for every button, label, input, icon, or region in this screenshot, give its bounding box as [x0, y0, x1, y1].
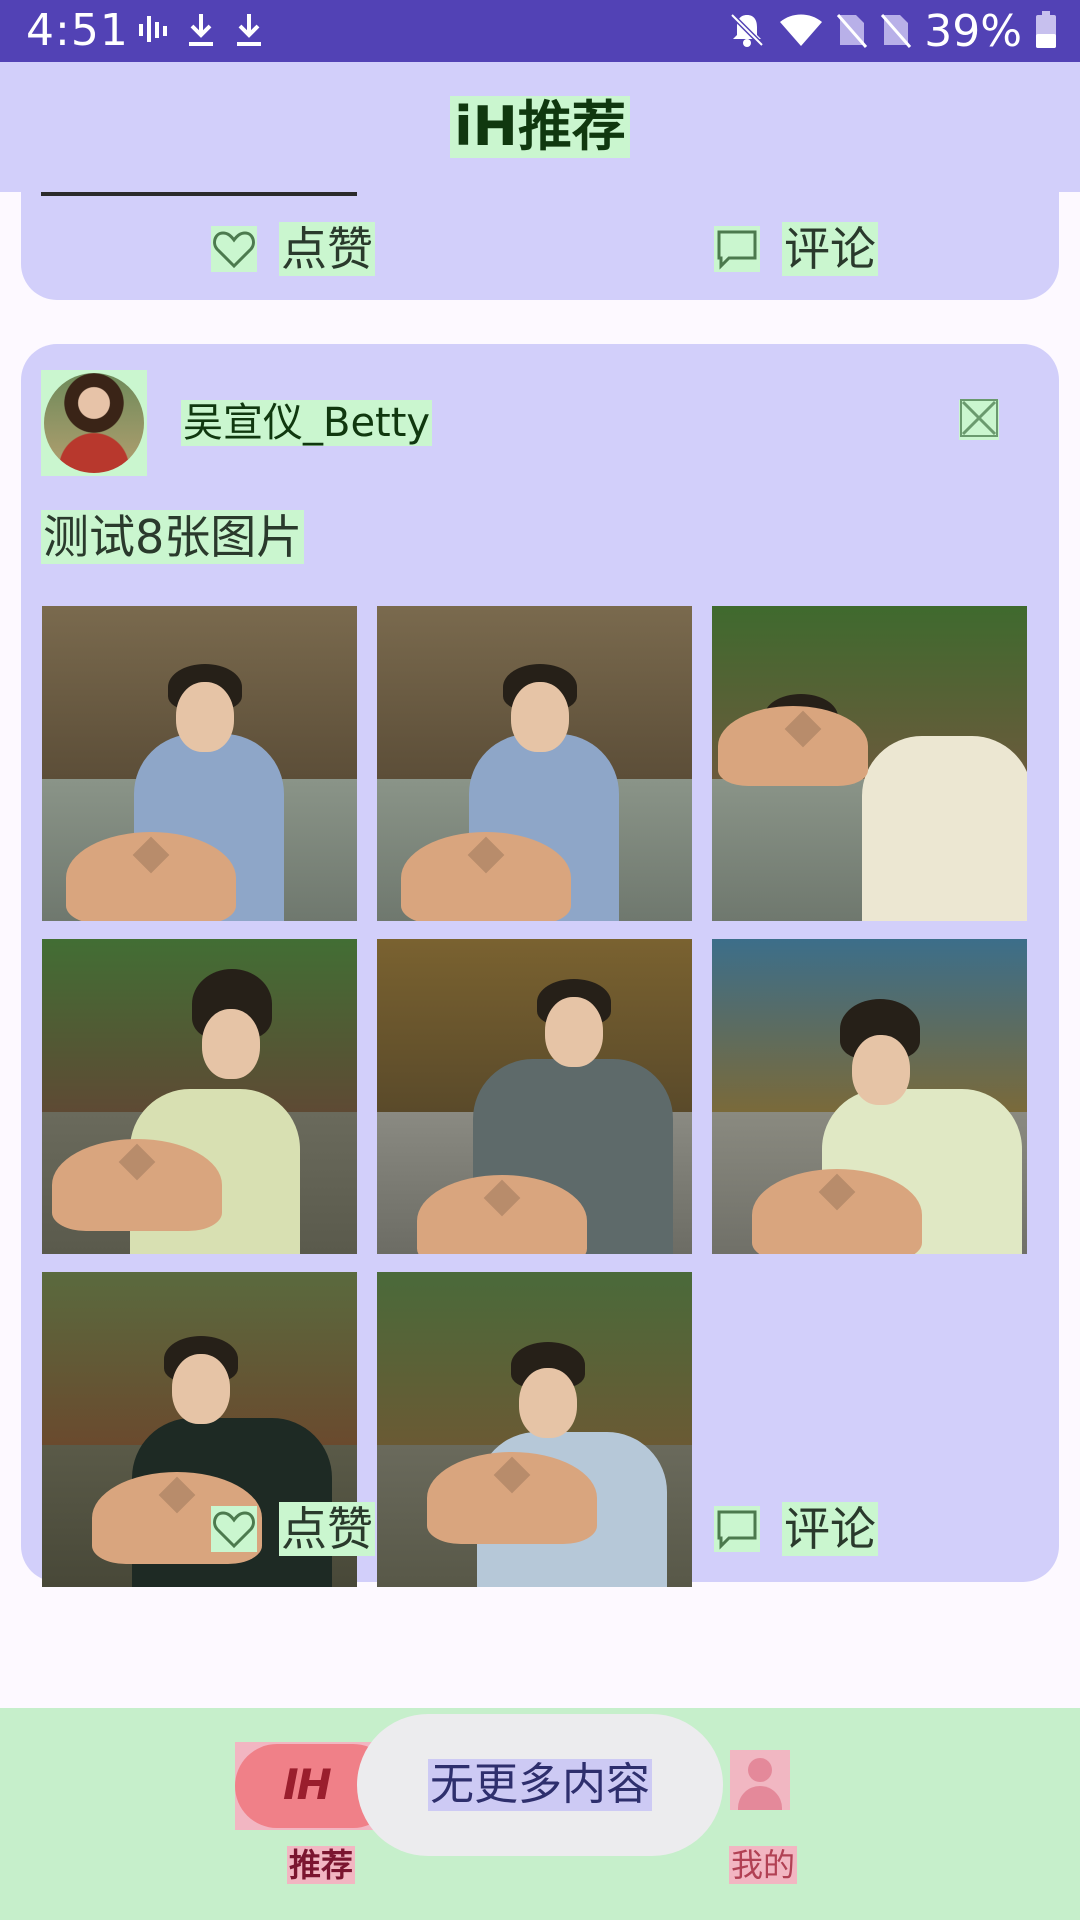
like-label: 点赞	[279, 222, 375, 276]
post-username[interactable]: 吴宣仪_Betty	[181, 400, 433, 446]
comment-icon	[714, 226, 760, 272]
bell-off-icon	[728, 11, 766, 53]
battery-icon	[1034, 10, 1058, 54]
no-sim-icon	[836, 11, 868, 53]
post-photo[interactable]	[42, 606, 357, 921]
post-card: 吴宣仪_Betty 测试8张图片 点赞 评论	[21, 344, 1059, 1587]
status-bar: 4:51 39%	[0, 0, 1080, 62]
toast-message: 无更多内容	[428, 1759, 652, 1811]
post-photo[interactable]	[712, 939, 1027, 1254]
download-icon	[234, 12, 264, 52]
nav-item-label: 我的	[729, 1846, 798, 1884]
close-icon	[959, 398, 999, 442]
status-left-icons	[138, 12, 264, 52]
post-photo[interactable]	[712, 606, 1027, 921]
battery-percent: 39%	[924, 6, 1022, 57]
post-photo[interactable]	[42, 939, 357, 1254]
like-button[interactable]: 点赞	[211, 204, 375, 294]
avatar[interactable]	[41, 370, 147, 476]
close-button[interactable]	[959, 398, 999, 442]
toast: 无更多内容	[357, 1714, 723, 1856]
post-card-previous: 点赞 评论	[21, 192, 1059, 300]
heart-icon	[211, 1506, 257, 1552]
heart-icon	[211, 226, 257, 272]
comment-label: 评论	[782, 1502, 878, 1556]
no-sim-icon	[880, 11, 912, 53]
like-button[interactable]: 点赞	[211, 1484, 375, 1574]
status-right: 39%	[728, 8, 1058, 56]
ih-logo-icon: IH	[283, 1760, 332, 1809]
nav-item-mine[interactable]: 我的	[720, 1708, 800, 1920]
divider	[41, 192, 357, 196]
comment-label: 评论	[782, 222, 878, 276]
app-bar: iH推荐	[0, 62, 1080, 192]
page-title: iH推荐	[450, 96, 630, 158]
post-actions: 点赞 评论	[21, 204, 1059, 294]
status-time: 4:51	[26, 5, 129, 56]
nav-item-label: 推荐	[287, 1846, 356, 1884]
post-text: 测试8张图片	[41, 510, 305, 564]
wifi-icon	[778, 12, 824, 52]
post-actions: 点赞 评论	[21, 1484, 1059, 1574]
download-icon	[186, 12, 216, 52]
feed-list[interactable]: 点赞 评论 吴宣仪_Betty 测试8张图片 点赞 评论	[0, 192, 1080, 1708]
avatar-image	[44, 373, 144, 473]
like-label: 点赞	[279, 1502, 375, 1556]
post-photo[interactable]	[377, 939, 692, 1254]
comment-icon	[714, 1506, 760, 1552]
comment-button[interactable]: 评论	[714, 1484, 878, 1574]
post-photo[interactable]	[377, 606, 692, 921]
comment-button[interactable]: 评论	[714, 204, 878, 294]
signal-bars-icon	[138, 12, 168, 52]
profile-icon	[730, 1750, 790, 1810]
